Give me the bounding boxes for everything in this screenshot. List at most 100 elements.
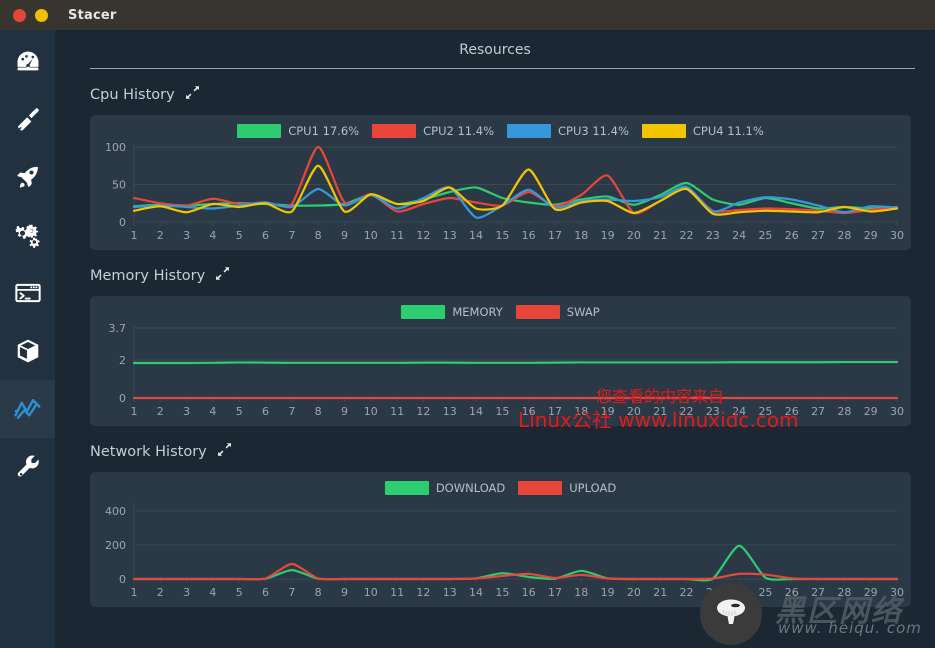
svg-text:9: 9 [341, 229, 348, 242]
svg-text:13: 13 [443, 405, 457, 418]
gears-icon [14, 221, 42, 249]
svg-text:23: 23 [706, 405, 720, 418]
svg-text:30: 30 [890, 229, 904, 242]
svg-text:2: 2 [157, 405, 164, 418]
svg-text:4: 4 [209, 405, 216, 418]
svg-text:30: 30 [890, 405, 904, 418]
svg-text:1: 1 [131, 405, 138, 418]
svg-text:14: 14 [469, 229, 483, 242]
sidebar-item-system-cleaner[interactable] [0, 90, 55, 148]
section-title-cpu: Cpu History [90, 86, 175, 103]
minimize-button[interactable] [35, 8, 48, 22]
section-header-memory: Memory History [90, 266, 911, 285]
sidebar-item-services[interactable] [0, 206, 55, 264]
svg-text:11: 11 [390, 229, 404, 242]
svg-text:22: 22 [680, 229, 694, 242]
svg-text:7: 7 [288, 405, 295, 418]
svg-text:10: 10 [364, 229, 378, 242]
svg-text:15: 15 [495, 405, 509, 418]
svg-text:27: 27 [811, 405, 825, 418]
svg-text:5: 5 [236, 405, 243, 418]
svg-text:5: 5 [236, 586, 243, 599]
svg-text:2: 2 [157, 229, 164, 242]
stacer-window: Stacer Resources Cpu History CPU1 17.6% … [0, 0, 935, 648]
svg-text:21: 21 [653, 586, 667, 599]
svg-text:7: 7 [288, 586, 295, 599]
close-button[interactable] [13, 8, 26, 22]
svg-text:11: 11 [390, 586, 404, 599]
svg-text:25: 25 [758, 229, 772, 242]
svg-text:4: 4 [209, 229, 216, 242]
page-header: Resources [55, 30, 935, 58]
svg-text:18: 18 [574, 586, 588, 599]
svg-text:8: 8 [315, 405, 322, 418]
box-icon [14, 337, 42, 365]
svg-text:28: 28 [837, 405, 851, 418]
svg-text:4: 4 [209, 586, 216, 599]
svg-text:25: 25 [758, 586, 772, 599]
svg-text:8: 8 [315, 586, 322, 599]
expand-diagonal-icon[interactable] [215, 266, 230, 285]
svg-text:5: 5 [236, 229, 243, 242]
svg-text:18: 18 [574, 229, 588, 242]
svg-text:25: 25 [758, 405, 772, 418]
svg-text:6: 6 [262, 586, 269, 599]
section-memory: Memory History MEMORY SWAP 0 2 3.7 1 2 3… [55, 266, 935, 426]
svg-text:3: 3 [183, 229, 190, 242]
svg-text:17: 17 [548, 405, 562, 418]
svg-text:12: 12 [416, 586, 430, 599]
svg-text:0: 0 [119, 392, 126, 405]
svg-text:6: 6 [262, 229, 269, 242]
svg-text:0: 0 [119, 573, 126, 586]
watermark-brand-url: www. heiqu. com [778, 619, 922, 637]
sidebar-item-resources[interactable] [0, 380, 55, 438]
svg-text:22: 22 [680, 586, 694, 599]
watermark-logo [700, 583, 762, 645]
chart-panel-memory: MEMORY SWAP 0 2 3.7 1 2 3 4 5 6 7 8 9 10 11 12 13 14 15 16… [90, 296, 911, 426]
sidebar-item-startup-apps[interactable] [0, 148, 55, 206]
svg-text:19: 19 [601, 229, 615, 242]
svg-text:7: 7 [288, 229, 295, 242]
svg-text:28: 28 [837, 229, 851, 242]
svg-text:19: 19 [601, 405, 615, 418]
sidebar-item-uninstaller[interactable] [0, 322, 55, 380]
svg-text:2: 2 [157, 586, 164, 599]
sidebar-item-processes[interactable] [0, 264, 55, 322]
svg-text:0: 0 [119, 216, 126, 229]
svg-text:23: 23 [706, 229, 720, 242]
header-divider [90, 68, 915, 69]
svg-text:21: 21 [653, 229, 667, 242]
expand-diagonal-icon[interactable] [185, 85, 200, 104]
section-network: Network History DOWNLOAD UPLOAD 0 200 40… [55, 442, 935, 607]
svg-text:26: 26 [785, 229, 799, 242]
plot-cpu: 0 50 100 1 2 3 4 5 6 7 8 9 10 11 12 13 14 15 16 17 18 19 20 21 2… [90, 115, 911, 250]
sidebar-item-dashboard[interactable] [0, 32, 55, 90]
section-title-memory: Memory History [90, 267, 206, 284]
svg-text:200: 200 [105, 539, 126, 552]
chart-panel-cpu: CPU1 17.6% CPU2 11.4% CPU3 11.4% CPU4 11… [90, 115, 911, 250]
svg-text:19: 19 [601, 586, 615, 599]
svg-text:6: 6 [262, 405, 269, 418]
svg-text:10: 10 [364, 586, 378, 599]
svg-text:22: 22 [680, 405, 694, 418]
svg-text:29: 29 [864, 229, 878, 242]
svg-text:15: 15 [495, 229, 509, 242]
svg-text:9: 9 [341, 405, 348, 418]
main-content: Resources Cpu History CPU1 17.6% CPU2 11… [55, 30, 935, 648]
page-title: Resources [459, 42, 531, 58]
svg-text:11: 11 [390, 405, 404, 418]
brush-icon [14, 105, 42, 133]
expand-diagonal-icon[interactable] [217, 442, 232, 461]
svg-text:20: 20 [627, 405, 641, 418]
sidebar-item-settings[interactable] [0, 438, 55, 496]
svg-text:16: 16 [522, 229, 536, 242]
svg-text:3: 3 [183, 586, 190, 599]
svg-text:14: 14 [469, 405, 483, 418]
svg-text:15: 15 [495, 586, 509, 599]
section-title-network: Network History [90, 443, 207, 460]
section-header-cpu: Cpu History [90, 85, 911, 104]
svg-text:24: 24 [732, 405, 746, 418]
svg-text:20: 20 [627, 586, 641, 599]
svg-text:9: 9 [341, 586, 348, 599]
section-cpu: Cpu History CPU1 17.6% CPU2 11.4% CPU3 1… [55, 85, 935, 250]
